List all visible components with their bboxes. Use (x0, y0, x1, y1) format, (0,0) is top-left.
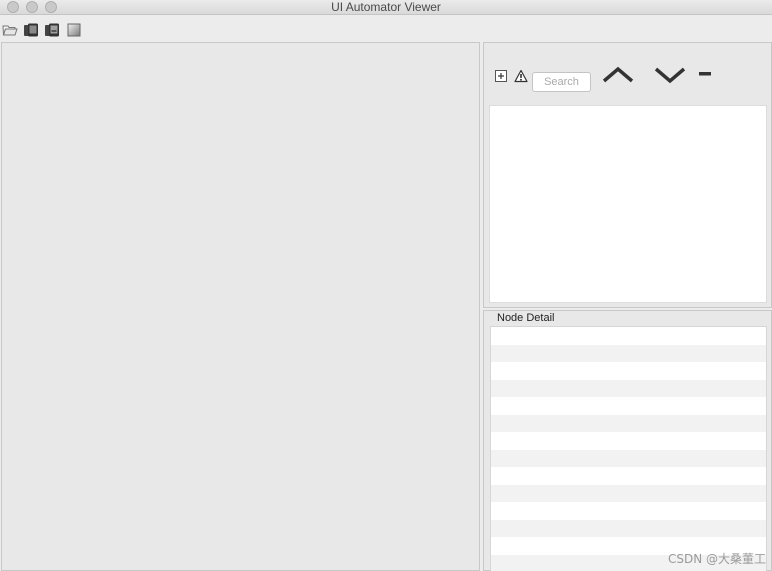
search-input[interactable] (532, 72, 591, 92)
device-screenshot-compressed-icon (45, 23, 59, 37)
table-row[interactable] (491, 397, 766, 415)
clear-search-button[interactable] (697, 63, 713, 87)
expand-all-icon (495, 70, 507, 82)
expand-all-button[interactable] (494, 68, 508, 82)
minus-icon (699, 72, 711, 76)
table-row[interactable] (491, 379, 766, 397)
table-row[interactable] (491, 449, 766, 467)
table-row[interactable] (491, 414, 766, 432)
hierarchy-panel (483, 42, 772, 308)
node-detail-panel: Node Detail (483, 310, 772, 571)
table-row[interactable] (491, 362, 766, 380)
hierarchy-tree[interactable] (489, 105, 767, 303)
table-row[interactable] (491, 502, 766, 520)
table-row[interactable] (491, 344, 766, 362)
save-icon (67, 23, 81, 37)
next-result-button[interactable] (652, 63, 688, 87)
device-screenshot-icon (24, 23, 38, 37)
toolbar (0, 16, 772, 42)
watermark: CSDN @大桑董工 (667, 552, 766, 566)
toggle-nafs-button[interactable] (514, 68, 528, 83)
table-row[interactable] (491, 432, 766, 450)
device-screenshot-compressed-button[interactable] (44, 22, 60, 38)
title-bar: UI Automator Viewer (0, 0, 772, 15)
table-row[interactable] (491, 484, 766, 502)
open-folder-icon (2, 25, 18, 36)
device-screenshot-button[interactable] (23, 22, 39, 38)
table-row[interactable] (491, 519, 766, 537)
table-row[interactable] (491, 467, 766, 485)
save-button[interactable] (66, 22, 82, 38)
node-detail-label: Node Detail (497, 312, 555, 324)
chevron-down-icon (654, 67, 686, 84)
screenshot-pane[interactable] (1, 42, 480, 571)
open-button[interactable] (2, 22, 18, 38)
table-row[interactable] (491, 327, 766, 345)
warning-icon (514, 69, 528, 83)
node-detail-table[interactable] (490, 326, 767, 571)
window-title: UI Automator Viewer (331, 0, 441, 14)
chevron-up-icon (602, 66, 634, 83)
previous-result-button[interactable] (600, 63, 636, 87)
